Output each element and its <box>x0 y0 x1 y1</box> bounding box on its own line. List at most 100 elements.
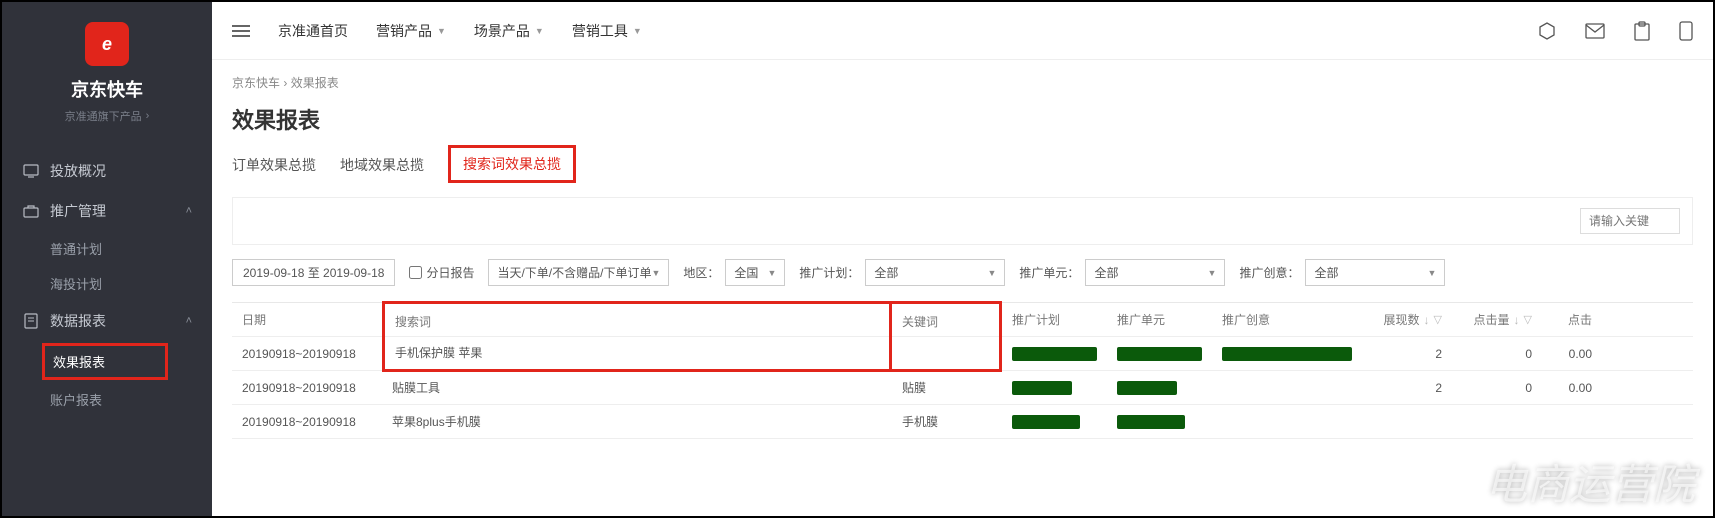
cell-search: 手机保护膜 苹果 <box>382 335 892 372</box>
cell-impressions <box>1362 405 1452 438</box>
date-range-picker[interactable]: 2019-09-18 至 2019-09-18 <box>232 259 395 286</box>
plan-value: 全部 <box>874 264 898 281</box>
caret-down-icon: ▼ <box>535 26 544 36</box>
brand-sub-label: 京准通旗下产品 <box>65 108 142 124</box>
monitor-icon <box>22 164 40 178</box>
caret-down-icon: ▼ <box>767 268 776 278</box>
redacted-bar <box>1117 347 1202 361</box>
results-table: 日期 搜索词 关键词 推广计划 推广单元 推广创意 展现数 ↓ ▽ 点击量 ↓ … <box>232 302 1693 439</box>
col-search[interactable]: 搜索词 <box>382 301 892 338</box>
cell-ctr: 0.00 <box>1542 337 1602 370</box>
cell-creative <box>1212 371 1362 404</box>
plan-select[interactable]: 全部 ▼ <box>865 259 1005 286</box>
top-link-marketing-tools[interactable]: 营销工具 ▼ <box>572 21 642 41</box>
breadcrumb-root[interactable]: 京东快车 <box>232 76 280 90</box>
topbar: 京准通首页 营销产品 ▼ 场景产品 ▼ 营销工具 ▼ <box>212 2 1713 60</box>
cell-search: 贴膜工具 <box>382 371 892 404</box>
cell-clicks <box>1452 405 1542 438</box>
caret-down-icon: ▼ <box>988 268 997 278</box>
cell-unit <box>1107 405 1212 438</box>
chevron-up-icon: ˄ <box>186 205 192 217</box>
sidebar: e 京东快车 京准通旗下产品 › 投放概况 推广管理 ˄ 普通计划 <box>2 2 212 516</box>
cell-search: 苹果8plus手机膜 <box>382 405 892 438</box>
document-icon <box>22 313 40 329</box>
keyword-search-input[interactable] <box>1580 208 1680 234</box>
cell-date: 20190918~20190918 <box>232 337 382 370</box>
region-filter: 地区： 全国 ▼ <box>683 259 785 286</box>
sidebar-nav: 投放概况 推广管理 ˄ 普通计划 海投计划 数据报表 ˄ 效果报表 账户报表 <box>2 151 212 417</box>
filter-row: 2019-09-18 至 2019-09-18 分日报告 当天/下单/不含赠品/… <box>232 259 1693 286</box>
col-ctr[interactable]: 点击 <box>1542 303 1602 336</box>
sidebar-sub-haitou-plan[interactable]: 海投计划 <box>2 266 212 301</box>
sidebar-sub-normal-plan[interactable]: 普通计划 <box>2 231 212 266</box>
sort-icon: ↓ <box>1424 313 1430 327</box>
search-bar <box>232 197 1693 245</box>
plan-label: 推广计划： <box>799 264 859 281</box>
filter-icon[interactable]: ▽ <box>1434 313 1442 326</box>
caret-down-icon: ▼ <box>437 26 446 36</box>
top-link-scene-products[interactable]: 场景产品 ▼ <box>474 21 544 41</box>
top-link-marketing-products[interactable]: 营销产品 ▼ <box>376 21 446 41</box>
top-link-label: 场景产品 <box>474 21 530 41</box>
sidebar-item-label: 投放概况 <box>50 161 106 181</box>
col-date[interactable]: 日期 <box>232 303 382 336</box>
daily-report-checkbox[interactable]: 分日报告 <box>409 264 474 281</box>
content: 京东快车 › 效果报表 效果报表 订单效果总揽 地域效果总揽 搜索词效果总揽 2… <box>212 60 1713 439</box>
top-link-home[interactable]: 京准通首页 <box>278 21 348 41</box>
main: 京准通首页 营销产品 ▼ 场景产品 ▼ 营销工具 ▼ <box>212 2 1713 516</box>
sidebar-item-overview[interactable]: 投放概况 <box>2 151 212 191</box>
cell-date: 20190918~20190918 <box>232 405 382 438</box>
creative-value: 全部 <box>1314 264 1338 281</box>
cell-clicks: 0 <box>1452 371 1542 404</box>
col-unit[interactable]: 推广单元 <box>1107 303 1212 336</box>
unit-select[interactable]: 全部 ▼ <box>1085 259 1225 286</box>
cube-icon[interactable] <box>1537 21 1557 41</box>
menu-toggle-icon[interactable] <box>232 22 250 40</box>
clipboard-icon[interactable] <box>1633 21 1651 41</box>
unit-value: 全部 <box>1094 264 1118 281</box>
creative-select[interactable]: 全部 ▼ <box>1305 259 1445 286</box>
tab-order-summary[interactable]: 订单效果总揽 <box>232 151 316 179</box>
cell-date: 20190918~20190918 <box>232 371 382 404</box>
redacted-bar <box>1012 347 1097 361</box>
sidebar-item-reports[interactable]: 数据报表 ˄ <box>2 301 212 341</box>
unit-filter: 推广单元： 全部 ▼ <box>1019 259 1225 286</box>
scope-select[interactable]: 当天/下单/不含赠品/下单订单 ▼ <box>488 259 669 286</box>
sidebar-sub-effect-report[interactable]: 效果报表 <box>42 343 168 380</box>
cell-unit <box>1107 337 1212 370</box>
caret-down-icon: ▼ <box>1208 268 1217 278</box>
cell-impressions: 2 <box>1362 337 1452 370</box>
region-select[interactable]: 全国 ▼ <box>725 259 785 286</box>
phone-icon[interactable] <box>1679 21 1693 41</box>
cell-plan <box>1002 337 1107 370</box>
breadcrumb-current: 效果报表 <box>291 76 339 90</box>
sidebar-item-label: 数据报表 <box>50 311 106 331</box>
col-keyword[interactable]: 关键词 <box>892 301 1002 338</box>
creative-label: 推广创意： <box>1239 264 1299 281</box>
cell-keyword: 手机膜 <box>892 405 1002 438</box>
brand-logo: e <box>85 22 129 66</box>
cell-plan <box>1002 405 1107 438</box>
col-creative[interactable]: 推广创意 <box>1212 303 1362 336</box>
cell-ctr: 0.00 <box>1542 371 1602 404</box>
sidebar-sub-account-report[interactable]: 账户报表 <box>2 382 212 417</box>
tab-search-summary[interactable]: 搜索词效果总揽 <box>448 145 576 183</box>
tab-region-summary[interactable]: 地域效果总揽 <box>340 151 424 179</box>
sidebar-item-promotion[interactable]: 推广管理 ˄ <box>2 191 212 231</box>
mail-icon[interactable] <box>1585 23 1605 39</box>
breadcrumb-sep: › <box>283 76 290 90</box>
brand-sub[interactable]: 京准通旗下产品 › <box>65 108 150 124</box>
chevron-up-icon: ˄ <box>186 315 192 327</box>
col-label: 点击量 <box>1474 311 1510 328</box>
col-clicks[interactable]: 点击量 ↓ ▽ <box>1452 303 1542 336</box>
col-plan[interactable]: 推广计划 <box>1002 303 1107 336</box>
filter-icon[interactable]: ▽ <box>1524 313 1532 326</box>
daily-report-input[interactable] <box>409 266 422 279</box>
redacted-bar <box>1117 381 1177 395</box>
cell-keyword: 贴膜 <box>892 371 1002 404</box>
cell-ctr <box>1542 405 1602 438</box>
col-impressions[interactable]: 展现数 ↓ ▽ <box>1362 303 1452 336</box>
daily-report-label: 分日报告 <box>426 264 474 281</box>
plan-filter: 推广计划： 全部 ▼ <box>799 259 1005 286</box>
brand-name: 京东快车 <box>2 76 212 102</box>
